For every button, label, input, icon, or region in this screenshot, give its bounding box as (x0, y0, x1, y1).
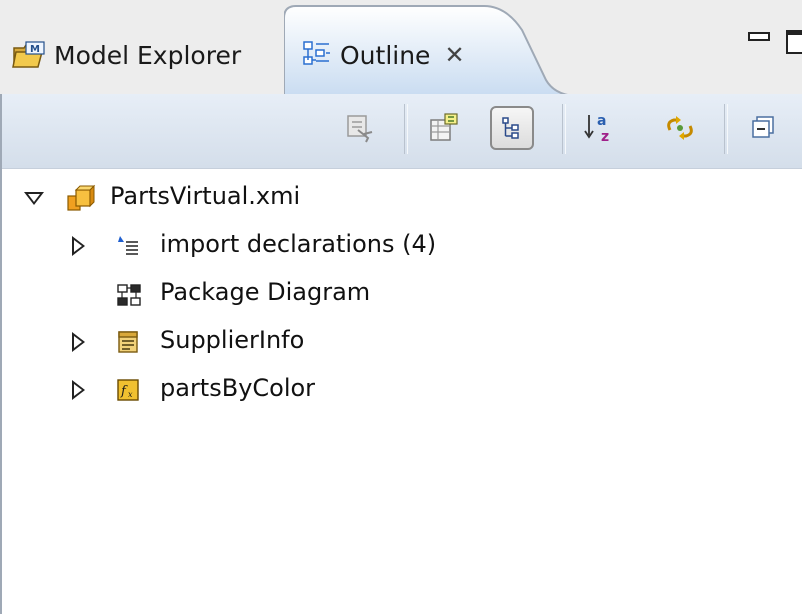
expand-toggle[interactable] (72, 236, 85, 256)
outline-view: a z PartsVirtual.xmi import declarations… (0, 94, 802, 614)
svg-text:a: a (597, 113, 606, 129)
package-diagram-icon (116, 282, 142, 308)
svg-text:z: z (601, 129, 609, 145)
outline-icon (302, 40, 332, 70)
tab-model-explorer-label: Model Explorer (54, 40, 242, 70)
function-icon: f x (116, 378, 140, 402)
expand-toggle[interactable] (72, 380, 85, 400)
outline-toolbar: a z (2, 94, 802, 169)
import-declarations-icon (116, 234, 140, 258)
tree-item-label: partsByColor (160, 374, 316, 402)
tab-outline[interactable]: Outline ✕ (296, 16, 546, 94)
tree-item-supplierinfo[interactable]: SupplierInfo (2, 324, 782, 360)
window-controls (748, 30, 802, 54)
expand-toggle[interactable] (72, 332, 85, 352)
tree-item-label: Package Diagram (160, 278, 371, 306)
close-icon[interactable]: ✕ (444, 41, 464, 69)
collapse-all-icon[interactable] (742, 106, 786, 150)
table-icon[interactable] (422, 106, 466, 150)
model-explorer-icon: M (12, 40, 46, 70)
view-tab-strip: M Model Explorer Outline ✕ (0, 0, 802, 96)
minimize-icon[interactable] (748, 30, 770, 48)
tab-outline-label: Outline (340, 40, 431, 70)
tree-item-label: import declarations (4) (160, 230, 437, 258)
toolbar-separator (404, 104, 408, 154)
tree-item-partsbycolor[interactable]: f x partsByColor (2, 372, 782, 408)
sort-alpha-icon[interactable]: a z (578, 106, 622, 150)
tree-view-icon[interactable] (490, 106, 534, 150)
run-disabled-icon[interactable] (338, 106, 382, 150)
model-package-icon (66, 184, 96, 214)
toolbar-separator (562, 104, 566, 154)
expand-toggle[interactable] (24, 192, 44, 205)
maximize-icon[interactable] (786, 30, 802, 54)
toolbar-separator (724, 104, 728, 154)
tab-model-explorer[interactable]: M Model Explorer (0, 16, 290, 94)
tree-item-package-diagram[interactable]: Package Diagram (2, 276, 782, 312)
svg-text:M: M (30, 44, 40, 55)
tree-item-import-declarations[interactable]: import declarations (4) (2, 228, 782, 264)
table-class-icon (116, 330, 140, 354)
link-sync-icon[interactable] (658, 106, 702, 150)
tree-item-label: PartsVirtual.xmi (110, 182, 301, 210)
tree-item-root[interactable]: PartsVirtual.xmi (2, 180, 782, 216)
tree-item-label: SupplierInfo (160, 326, 305, 354)
svg-text:x: x (128, 390, 133, 399)
